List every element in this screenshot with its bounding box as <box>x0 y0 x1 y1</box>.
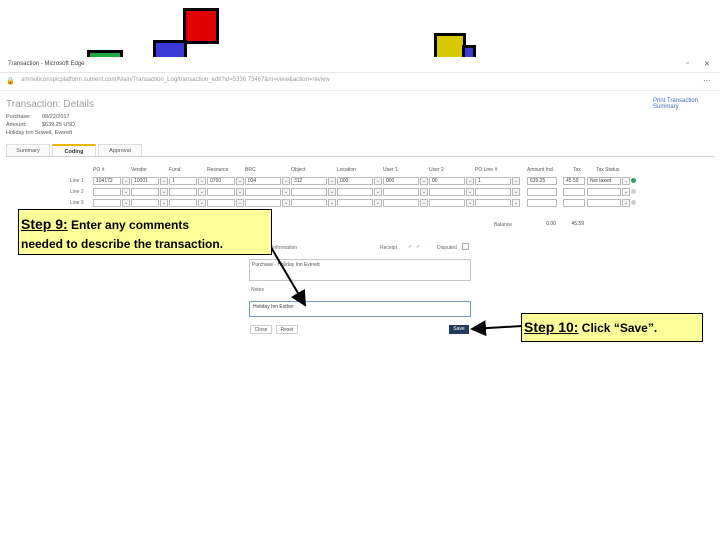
step10-number: Step 10: <box>524 319 579 335</box>
step10-text: Click “Save”. <box>578 321 658 335</box>
step9-text-line1: Enter any comments <box>67 218 190 232</box>
callout-arrows <box>261 231 523 337</box>
step9-callout: Step 9: Enter any comments needed to des… <box>18 209 272 255</box>
step10-arrow <box>470 320 523 337</box>
step9-text-line2: needed to describe the transaction. <box>21 237 224 251</box>
step10-callout: Step 10: Click “Save”. <box>521 313 703 342</box>
step9-number: Step 9: <box>21 216 68 232</box>
